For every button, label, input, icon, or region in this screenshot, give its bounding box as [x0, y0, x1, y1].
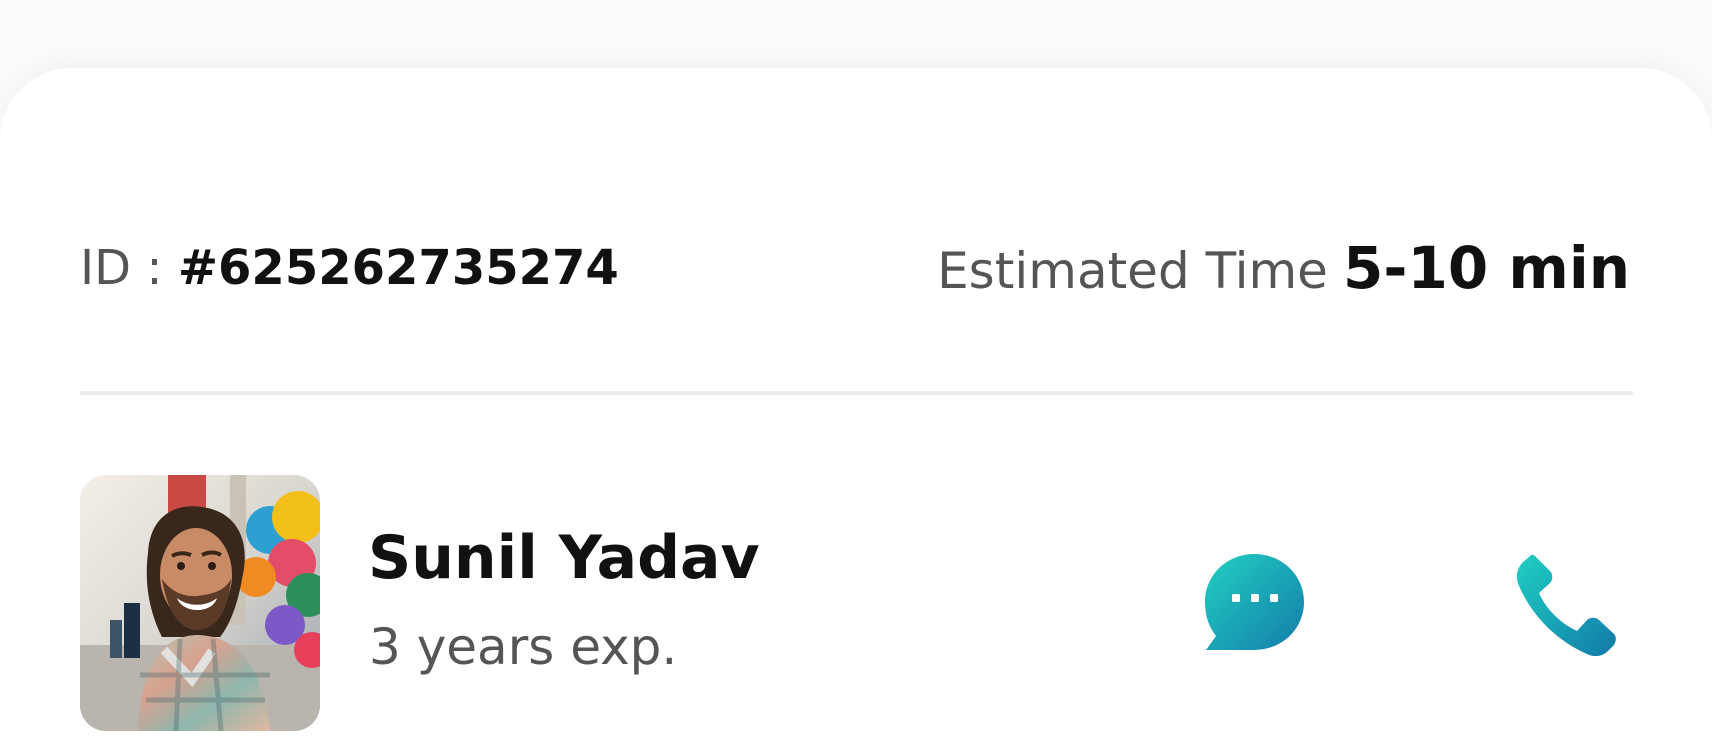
phone-icon: [1516, 554, 1616, 657]
order-card: ID : #625262735274 Estimated Time 5-10 m…: [0, 68, 1712, 744]
estimated-time-value: 5-10 min: [1343, 234, 1630, 302]
provider-name: Sunil Yadav: [368, 523, 760, 593]
provider-experience: 3 years exp.: [369, 618, 678, 676]
order-id-label: ID :: [80, 240, 163, 296]
chat-button[interactable]: [1198, 550, 1308, 660]
estimated-time: Estimated Time 5-10 min: [937, 238, 1630, 313]
divider: [80, 391, 1633, 395]
call-button[interactable]: [1512, 550, 1622, 660]
avatar: [80, 475, 320, 731]
chat-bubble-icon: [1205, 554, 1304, 650]
provider-photo: [80, 475, 320, 731]
order-id: ID : #625262735274: [80, 238, 619, 298]
order-id-value: #625262735274: [177, 240, 619, 296]
page: ID : #625262735274 Estimated Time 5-10 m…: [0, 0, 1712, 744]
estimated-time-label: Estimated Time: [937, 242, 1328, 300]
